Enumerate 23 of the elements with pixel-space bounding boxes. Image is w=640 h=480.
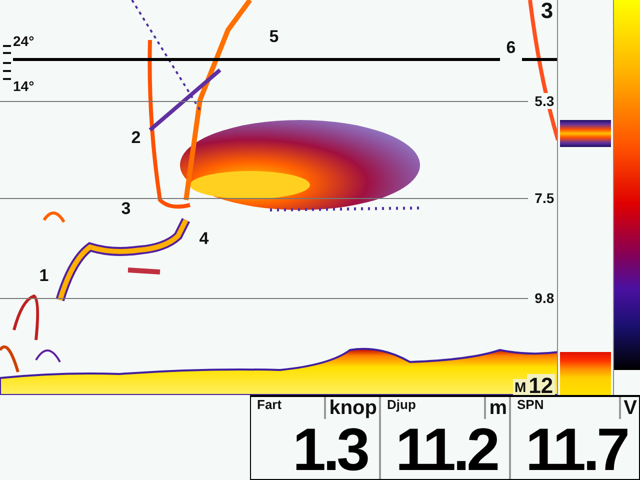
depth-range-bottom: 12 [526,374,556,395]
readout-value: 1.3 [292,421,368,479]
cursor-line [522,58,558,61]
readout-label: Djup [387,397,416,412]
marker-number: 4 [198,230,210,248]
marker-number: 6 [505,39,517,57]
readout-label: SPN [517,397,544,412]
readout-unit: V [618,397,637,419]
readout-unit: knop [324,397,377,419]
depth-unit: M [513,379,528,395]
readout-value: 11.2 [394,421,498,479]
depth-range-top: 3 [540,0,554,24]
temperature-label: 24° [13,33,34,49]
marker-number: 2 [130,129,142,147]
marker-number: 1 [38,267,50,285]
depth-label: 9.8 [534,290,556,306]
readout-value: 11.7 [524,421,628,479]
temperature-label: 14° [13,78,34,94]
marker-number: 5 [268,28,280,46]
readout-label: Fart [257,397,282,412]
depth-label: 5.3 [534,92,556,109]
readout-unit: m [484,397,507,419]
marker-number: 3 [120,200,132,218]
